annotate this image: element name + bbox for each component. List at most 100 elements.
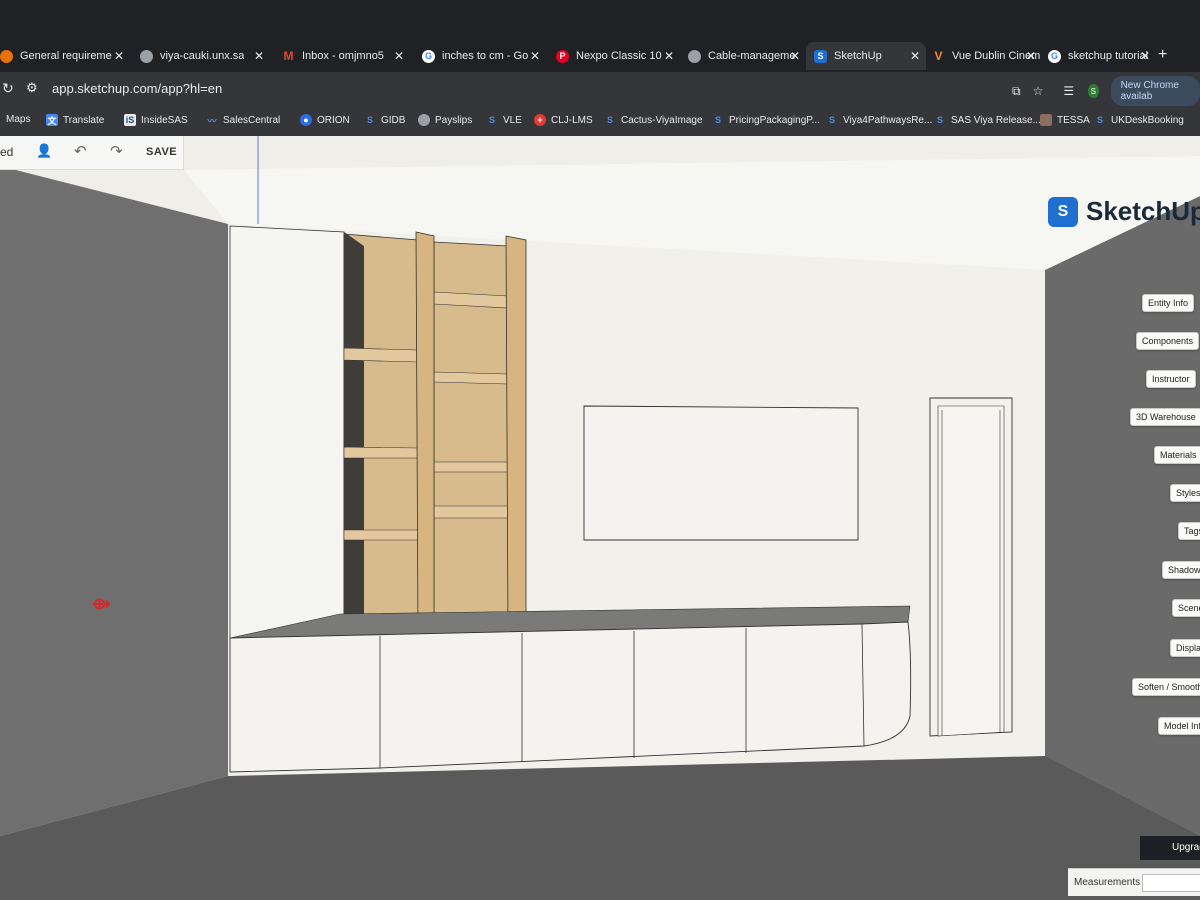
close-icon[interactable]: ✕ <box>790 49 800 63</box>
panel-materials[interactable]: Materials <box>1154 446 1200 464</box>
bookmark-tessa[interactable]: TESSA <box>1040 114 1090 126</box>
close-icon[interactable]: ✕ <box>1026 49 1036 63</box>
insidesas-icon: iS <box>124 114 136 126</box>
bookmark-viya4[interactable]: S Viya4PathwaysRe... <box>826 114 932 126</box>
tab-title: SketchUp <box>834 50 882 62</box>
tab-1[interactable]: viya-cauki.unx.sa ✕ <box>140 42 270 70</box>
panel-display[interactable]: Display <box>1170 639 1200 657</box>
bookmark-pricing[interactable]: S PricingPackagingP... <box>712 114 820 126</box>
reading-list-icon[interactable]: ☰ <box>1063 84 1074 98</box>
gmail-icon: M <box>283 49 294 63</box>
shelf-left-3 <box>343 529 419 541</box>
bookmark-label: Cactus-ViyaImage <box>621 114 703 126</box>
user-icon[interactable]: 👤 <box>36 143 52 159</box>
upright-middle <box>415 231 435 635</box>
bookmark-gidb[interactable]: S GIDB <box>364 114 405 126</box>
tab-2[interactable]: M Inbox - omjmno5 ✕ <box>282 42 410 70</box>
tab-3[interactable]: G inches to cm - Go ✕ <box>422 42 546 70</box>
bookmark-insidesas[interactable]: iS InsideSAS <box>124 114 188 126</box>
tab-4[interactable]: P Nexpo Classic 10 ✕ <box>556 42 680 70</box>
save-button[interactable]: SAVE <box>146 146 177 158</box>
panel-scenes[interactable]: Scenes <box>1172 599 1200 617</box>
globe-icon <box>140 49 153 63</box>
close-icon[interactable]: ✕ <box>1140 49 1150 63</box>
panel-soften-smooth[interactable]: Soften / Smooth <box>1132 678 1200 696</box>
sas-icon: S <box>714 115 721 125</box>
close-icon[interactable]: ✕ <box>114 49 124 63</box>
vue-icon: V <box>934 49 943 63</box>
upgrade-button[interactable]: Upgrad <box>1140 836 1200 860</box>
sas-icon: S <box>366 115 373 125</box>
bookmark-label: Viya4PathwaysRe... <box>843 114 933 126</box>
shelf-right-2 <box>433 371 509 385</box>
bookmark-cactus[interactable]: S Cactus-ViyaImage <box>604 114 703 126</box>
url-field[interactable]: app.sketchup.com/app?hl=en <box>52 81 222 96</box>
sketchup-logo-icon: S <box>1048 196 1078 227</box>
reload-icon[interactable]: ↻ <box>2 80 14 97</box>
undo-icon[interactable]: ↶ <box>74 142 87 160</box>
menu-text[interactable]: ed <box>0 145 13 159</box>
close-icon[interactable]: ✕ <box>394 49 404 63</box>
bookmark-translate[interactable]: 文 Translate <box>46 114 104 126</box>
panel-instructor[interactable]: Instructor <box>1146 370 1196 388</box>
close-icon[interactable]: ✕ <box>254 49 264 63</box>
tab-8[interactable]: G sketchup tutorial ✕ <box>1048 42 1156 70</box>
tab-title: viya-cauki.unx.sa <box>160 50 245 62</box>
tab-5[interactable]: Cable-manageme ✕ <box>688 42 806 70</box>
bookmark-label: SAS Viya Release... <box>951 114 1041 126</box>
avatar[interactable]: S <box>1088 84 1099 98</box>
panel-model-info[interactable]: Model Info <box>1158 717 1200 735</box>
bookmark-label: VLE <box>503 114 522 126</box>
bookmark-label: GIDB <box>381 114 406 126</box>
bookmark-sasviya[interactable]: S SAS Viya Release... <box>934 114 1041 126</box>
tab-6[interactable]: S SketchUp ✕ <box>806 42 926 70</box>
close-icon[interactable]: ✕ <box>664 49 674 63</box>
tab-title: Nexpo Classic 10 <box>576 50 662 62</box>
globe-icon <box>688 49 701 63</box>
close-icon[interactable]: ✕ <box>530 49 540 63</box>
orion-icon: ● <box>300 114 312 126</box>
bookmark-orion[interactable]: ● ORION <box>300 114 350 126</box>
bookmark-vle[interactable]: S VLE <box>486 114 522 126</box>
tab-strip: General requireme ✕ viya-cauki.unx.sa ✕ … <box>0 38 1200 72</box>
bookmark-maps[interactable]: Maps <box>6 114 30 125</box>
panel-3d-warehouse[interactable]: 3D Warehouse <box>1130 408 1200 426</box>
measurements-input[interactable] <box>1142 874 1200 892</box>
upright-right <box>505 235 527 633</box>
bookmark-label: Maps <box>6 114 31 125</box>
close-icon[interactable]: ✕ <box>910 49 920 63</box>
measurements-label: Measurements <box>1074 877 1141 888</box>
tab-title: General requireme <box>20 50 112 62</box>
redo-icon[interactable]: ↷ <box>110 142 123 160</box>
bookmark-salescentral[interactable]: 〰 SalesCentral <box>206 114 280 126</box>
screen: General requireme ✕ viya-cauki.unx.sa ✕ … <box>0 0 1200 900</box>
cast-icon[interactable]: ⧉ <box>1012 84 1021 99</box>
panel-styles[interactable]: Styles <box>1170 484 1200 502</box>
shelf-right-4 <box>433 505 509 519</box>
left-wall <box>0 166 228 836</box>
bookmark-clj-lms[interactable]: + CLJ-LMS <box>534 114 593 126</box>
tab-0[interactable]: General requireme ✕ <box>0 42 130 70</box>
google-icon: G <box>1048 49 1061 63</box>
bookmark-ukdesk[interactable]: S UKDeskBooking <box>1094 114 1184 126</box>
bookmark-label: UKDeskBooking <box>1111 114 1184 126</box>
new-tab-icon[interactable]: + <box>1158 46 1167 64</box>
sas-icon: S <box>936 115 943 125</box>
site-settings-icon[interactable]: ⚙ <box>26 80 38 96</box>
panel-shadows[interactable]: Shadows <box>1162 561 1200 579</box>
panel-entity-info[interactable]: Entity Info <box>1142 294 1195 312</box>
bookmark-payslips[interactable]: Payslips <box>418 114 472 126</box>
new-chrome-available-pill[interactable]: New Chrome availab <box>1110 76 1200 106</box>
sketchup-logo: S SketchUp <box>1048 196 1200 227</box>
model-viewport[interactable] <box>0 136 1200 900</box>
panel-components[interactable]: Components <box>1136 332 1200 350</box>
star-icon[interactable]: ☆ <box>1033 84 1044 98</box>
door-opening <box>937 405 1005 737</box>
bookmarks-bar: Maps 文 Translate iS InsideSAS 〰 SalesCentra… <box>0 106 1200 136</box>
sketchup-icon: S <box>814 49 827 63</box>
translate-icon: 文 <box>46 114 58 126</box>
panel-tags[interactable]: Tags <box>1178 522 1200 540</box>
tab-7[interactable]: V Vue Dublin Cinem ✕ <box>932 42 1042 70</box>
sketchup-topbar: ed 👤 ↶ ↷ SAVE <box>0 136 184 170</box>
bookcase-inner-shadow <box>344 232 364 636</box>
